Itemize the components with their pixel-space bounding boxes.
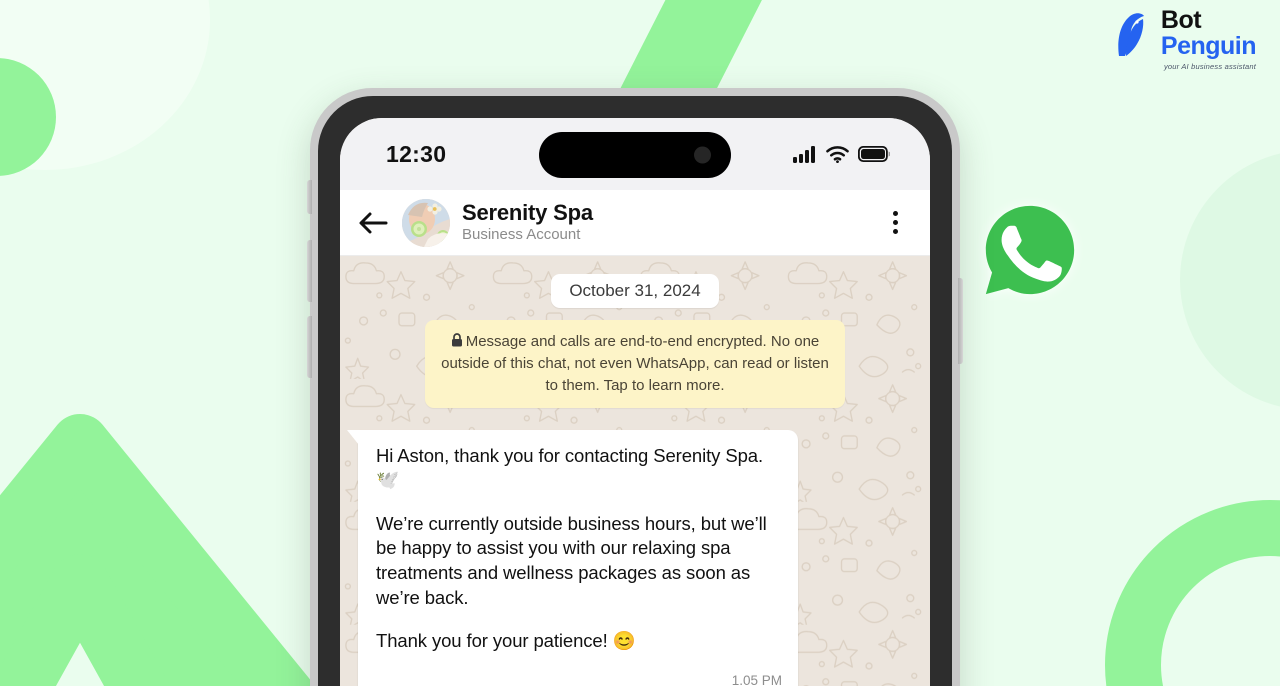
volume-up-button[interactable] — [307, 240, 312, 302]
phone-mockup: 12:30 Serenity Spa Business Account Octo… — [307, 88, 963, 686]
overflow-menu-icon[interactable] — [885, 205, 906, 240]
phone-screen: 12:30 Serenity Spa Business Account Octo… — [340, 118, 930, 686]
message-row: Hi Aston, thank you for contacting Seren… — [347, 429, 912, 686]
chat-scroll-container[interactable]: October 31, 2024 Message and calls are e… — [347, 274, 912, 686]
background-chevron-shape — [0, 414, 316, 686]
contact-subtitle: Business Account — [462, 226, 581, 244]
lock-icon — [451, 333, 462, 347]
background-arc-bottom-right — [1105, 500, 1280, 686]
chat-header: Serenity Spa Business Account — [340, 190, 930, 256]
power-button[interactable] — [958, 278, 963, 364]
message-paragraph-1: Hi Aston, thank you for contacting Seren… — [376, 444, 764, 491]
phone-bezel: 12:30 Serenity Spa Business Account Octo… — [318, 96, 952, 686]
chat-header-text: Serenity Spa Business Account — [462, 200, 593, 245]
message-bubble-incoming[interactable]: Hi Aston, thank you for contacting Seren… — [347, 429, 798, 686]
whatsapp-logo-icon — [985, 205, 1075, 295]
front-camera-icon — [694, 146, 711, 164]
penguin-logo-icon — [1118, 13, 1144, 56]
message-paragraph-2: We’re currently outside business hours, … — [376, 512, 767, 608]
cellular-signal-icon — [793, 145, 815, 163]
status-icons — [793, 145, 890, 163]
wifi-icon — [826, 145, 849, 163]
back-arrow-icon[interactable] — [356, 207, 390, 239]
volume-down-button[interactable] — [307, 316, 312, 378]
screenshot-canvas: Bot Penguin your AI business assistant 1… — [0, 0, 1280, 686]
battery-full-icon — [858, 146, 890, 162]
silent-switch-button[interactable] — [307, 180, 312, 214]
contact-name: Serenity Spa — [462, 199, 593, 225]
message-timestamp: 1.05 PM — [731, 672, 782, 686]
encryption-notice[interactable]: Message and calls are end-to-end encrypt… — [425, 320, 845, 408]
date-chip: October 31, 2024 — [551, 274, 719, 308]
status-bar: 12:30 — [340, 118, 930, 190]
brand-name-bot: Bot — [1160, 6, 1202, 34]
message-paragraph-3: Thank you for your patience! 😊 — [376, 630, 636, 652]
status-time: 12:30 — [386, 140, 447, 167]
contact-avatar-image[interactable] — [402, 198, 450, 247]
background-soft-circle-right — [1180, 150, 1280, 410]
encryption-text: Message and calls are end-to-end encrypt… — [441, 333, 829, 394]
encryption-notice-row: Message and calls are end-to-end encrypt… — [358, 320, 912, 408]
brand-tagline: your AI business assistant — [1163, 62, 1256, 71]
dynamic-island — [539, 132, 731, 178]
brand-name-penguin: Penguin — [1160, 32, 1257, 60]
botpenguin-logo: Bot Penguin your AI business assistant — [1113, 6, 1257, 71]
chat-message-area: October 31, 2024 Message and calls are e… — [340, 256, 930, 686]
bubble-tail — [347, 429, 359, 445]
date-divider: October 31, 2024 — [358, 274, 912, 308]
